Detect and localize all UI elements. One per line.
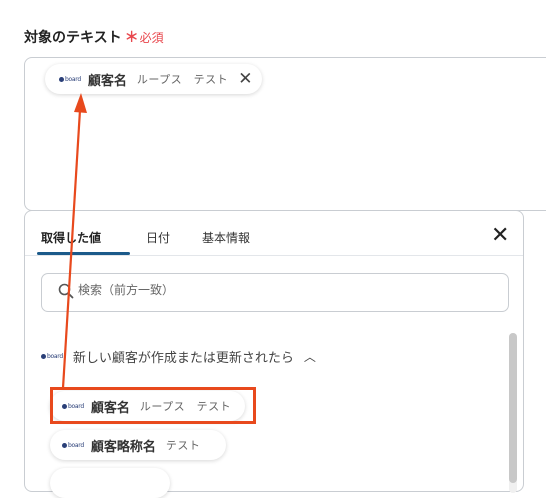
- search-icon: [58, 283, 74, 303]
- item-name: 顧客略称名: [90, 439, 156, 455]
- scrollbar-thumb[interactable]: [509, 333, 517, 483]
- board-logo-icon: board: [41, 353, 63, 360]
- selected-value-chip[interactable]: board 顧客名 ループス テスト ✕: [45, 64, 263, 94]
- chip-name: 顧客名: [87, 73, 127, 89]
- field-label-text: 対象のテキスト: [24, 30, 122, 46]
- list-item[interactable]: board 顧客略称名 テスト: [50, 430, 227, 460]
- group-title: 新しい顧客が作成または更新されたら: [72, 351, 294, 366]
- close-icon[interactable]: ✕: [238, 70, 252, 88]
- close-icon[interactable]: ✕: [491, 225, 509, 247]
- required-mark: ＊: [124, 30, 139, 46]
- scrollbar[interactable]: [509, 333, 517, 493]
- tab-acquired-values[interactable]: 取得した値: [41, 229, 101, 246]
- trigger-group-header[interactable]: board 新しい顧客が作成または更新されたら ︿: [41, 347, 316, 366]
- board-logo-icon: board: [59, 76, 81, 83]
- list-item[interactable]: [50, 468, 170, 498]
- chip-meta: ループス テスト: [136, 73, 229, 86]
- required-text: 必須: [139, 31, 164, 45]
- chevron-up-icon[interactable]: ︿: [304, 348, 316, 365]
- highlight-box: [50, 387, 256, 424]
- search-input[interactable]: [78, 283, 488, 297]
- tab-basic-info[interactable]: 基本情報: [202, 229, 250, 246]
- board-logo-icon: board: [62, 442, 84, 449]
- item-meta: テスト: [165, 439, 201, 452]
- field-label: 対象のテキスト ＊必須: [24, 27, 164, 47]
- search-box[interactable]: [41, 273, 509, 312]
- tabs-divider: [25, 255, 523, 256]
- tab-date[interactable]: 日付: [146, 229, 170, 246]
